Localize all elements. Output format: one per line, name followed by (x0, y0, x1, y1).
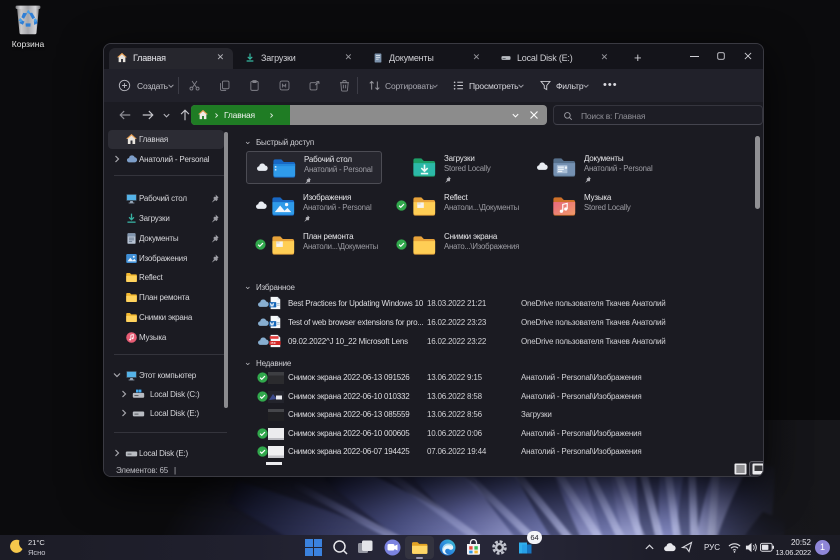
svg-text:PDF: PDF (271, 341, 277, 345)
